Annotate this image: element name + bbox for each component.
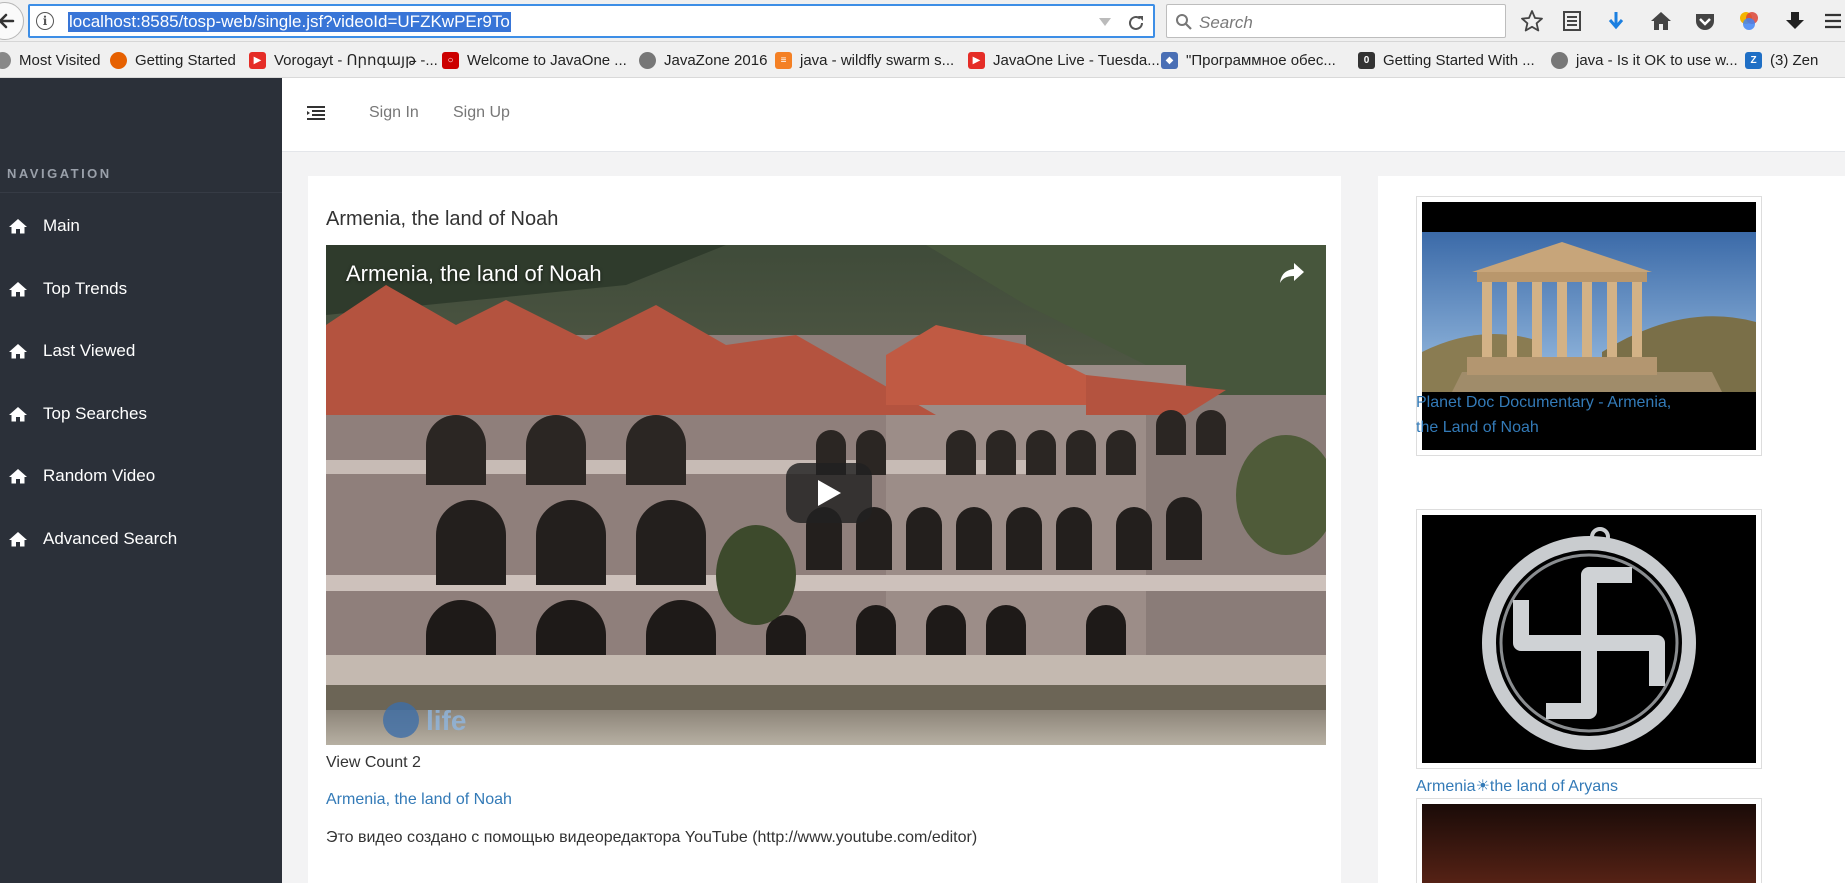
search-placeholder: Search <box>1199 13 1253 32</box>
sidebar-item-last-viewed[interactable]: Last Viewed <box>0 331 282 371</box>
bookmark-item[interactable]: ≡ java - wildfly swarm s... <box>775 50 954 70</box>
bookmark-label: Welcome to JavaOne ... <box>467 51 627 69</box>
bookmark-label: Getting Started <box>135 51 236 69</box>
zen-icon: Z <box>1745 51 1762 69</box>
bookmark-label: Vorogayt - Որոգայթ -... <box>274 52 438 69</box>
overflow-menu-icon[interactable] <box>1820 8 1845 34</box>
pendant-thumbnail <box>1422 515 1756 763</box>
browser-toolbar: i localhost:8585/tosp-web/single.jsf?vid… <box>0 0 1845 42</box>
sidebar-item-top-searches[interactable]: Top Searches <box>0 394 282 434</box>
home-icon <box>9 219 27 234</box>
bookmark-star-icon[interactable] <box>1519 8 1545 34</box>
bookmark-label: java - wildfly swarm s... <box>800 51 955 69</box>
bookmark-label: Getting Started With ... <box>1383 51 1535 69</box>
play-button[interactable] <box>786 463 872 523</box>
video-player[interactable]: life Armenia, the land of Noah <box>326 245 1326 745</box>
sidebar-item-main[interactable]: Main <box>0 206 282 246</box>
related-videos-panel: Planet Doc Documentary - Armenia, the La… <box>1378 176 1845 883</box>
home-icon <box>9 469 27 484</box>
page-title: Armenia, the land of Noah <box>326 208 559 230</box>
download-icon[interactable] <box>1782 8 1808 34</box>
sidebar-item-label: Main <box>43 216 80 235</box>
home-icon <box>9 344 27 359</box>
sign-up-link[interactable]: Sign Up <box>453 104 510 122</box>
sidebar-item-advanced-search[interactable]: Advanced Search <box>0 519 282 559</box>
home-icon[interactable] <box>1648 8 1674 34</box>
player-title: Armenia, the land of Noah <box>346 261 602 286</box>
bookmarks-toolbar: Most Visited Getting Started ▶ Vorogayt … <box>0 42 1845 78</box>
sidebar-item-random-video[interactable]: Random Video <box>0 456 282 496</box>
sidebar-item-label: Top Searches <box>43 404 147 423</box>
document-icon: 0 <box>1358 51 1375 69</box>
youtube-icon: ▶ <box>249 51 266 69</box>
back-button[interactable] <box>0 2 24 40</box>
search-icon <box>1176 14 1192 30</box>
cube-icon: ◆ <box>1161 51 1178 69</box>
divider <box>0 192 282 193</box>
globe-icon <box>1551 51 1568 69</box>
bookmark-item[interactable]: Most Visited <box>0 50 100 70</box>
pocket-icon[interactable] <box>1692 8 1718 34</box>
video-panel: Armenia, the land of Noah life Armenia, … <box>308 176 1341 883</box>
bookmark-item[interactable]: java - Is it OK to use w... <box>1551 50 1738 70</box>
related-video-link[interactable]: Planet Doc Documentary - Armenia, the La… <box>1416 390 1696 440</box>
bookmark-item[interactable]: Getting Started <box>110 50 236 70</box>
url-bar[interactable]: i localhost:8585/tosp-web/single.jsf?vid… <box>28 4 1155 38</box>
download-arrow-icon[interactable] <box>1603 8 1629 34</box>
bookmark-label: JavaZone 2016 <box>664 51 768 69</box>
bookmark-label: "Программное обес... <box>1186 51 1336 69</box>
sidebar-item-label: Top Trends <box>43 279 128 298</box>
home-icon <box>9 282 27 297</box>
home-icon <box>9 532 27 547</box>
bookmark-item[interactable]: ▶ Vorogayt - Որոգայթ -... <box>249 50 438 70</box>
sidebar-item-top-trends[interactable]: Top Trends <box>0 269 282 309</box>
back-arrow-icon <box>0 13 15 29</box>
sidebar: NAVIGATION Main Top Trends Last Viewed T… <box>0 78 282 883</box>
video-description: Это видео создано с помощью видеоредакто… <box>326 829 978 846</box>
youtube-icon: ▶ <box>968 51 985 69</box>
play-icon <box>818 480 841 506</box>
info-icon[interactable]: i <box>36 12 54 30</box>
search-bar[interactable]: Search <box>1166 4 1506 38</box>
sidebar-item-label: Advanced Search <box>43 529 178 548</box>
bookmark-label: java - Is it OK to use w... <box>1576 51 1738 69</box>
sidebar-item-label: Last Viewed <box>43 341 136 360</box>
bookmark-item[interactable]: ○ Welcome to JavaOne ... <box>442 50 627 70</box>
oracle-icon: ○ <box>442 51 459 69</box>
menu-toggle-icon[interactable] <box>306 104 326 122</box>
bookmark-item[interactable]: 0 Getting Started With ... <box>1358 50 1535 70</box>
firefox-icon <box>110 51 127 69</box>
reading-list-icon[interactable] <box>1559 8 1585 34</box>
extension-colorful-icon[interactable] <box>1736 8 1762 34</box>
globe-icon <box>639 51 656 69</box>
stackoverflow-icon: ≡ <box>775 51 792 69</box>
related-thumbnail[interactable] <box>1416 798 1762 883</box>
related-video-link[interactable]: Armenia☀the land of Aryans <box>1416 774 1696 799</box>
bookmark-label: JavaOne Live - Tuesda... <box>993 51 1160 69</box>
video-link[interactable]: Armenia, the land of Noah <box>326 791 512 809</box>
related-thumbnail[interactable] <box>1416 509 1762 769</box>
nav-heading: NAVIGATION <box>7 166 112 181</box>
reload-icon[interactable] <box>1125 12 1147 34</box>
bookmark-item[interactable]: JavaZone 2016 <box>639 50 767 70</box>
home-icon <box>9 407 27 422</box>
sign-in-link[interactable]: Sign In <box>369 104 419 122</box>
dropdown-arrow-icon[interactable] <box>1095 12 1115 32</box>
bookmark-item[interactable]: Z (3) Zen <box>1745 50 1818 70</box>
sidebar-item-label: Random Video <box>43 466 156 485</box>
gear-icon <box>0 51 11 69</box>
bookmark-item[interactable]: ◆ "Программное обес... <box>1161 50 1336 70</box>
dark-red-thumbnail <box>1422 804 1756 883</box>
bookmark-item[interactable]: ▶ JavaOne Live - Tuesda... <box>968 50 1160 70</box>
svg-text:life: life <box>426 705 466 736</box>
view-count: View Count 2 <box>326 754 421 771</box>
bookmark-label: Most Visited <box>19 51 101 69</box>
url-text[interactable]: localhost:8585/tosp-web/single.jsf?video… <box>68 12 511 32</box>
share-icon[interactable] <box>1278 261 1306 285</box>
bookmark-label: (3) Zen <box>1770 51 1819 69</box>
top-header: Sign In Sign Up <box>282 78 1845 152</box>
